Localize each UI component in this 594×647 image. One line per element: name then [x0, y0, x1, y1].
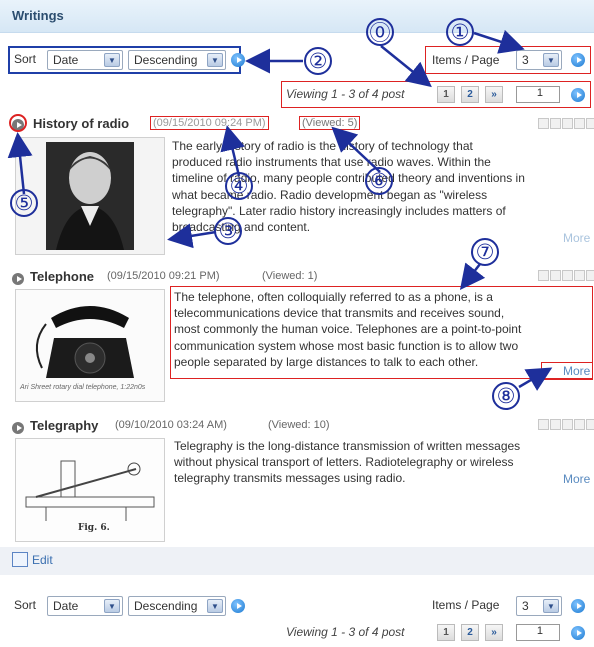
callout-7: ⑦: [471, 238, 499, 266]
callout-4: ④: [225, 172, 253, 200]
arrow-0: [380, 45, 432, 88]
arrow-5: [7, 132, 33, 195]
callout-2: ②: [304, 47, 332, 75]
callout-6: ⑥: [365, 167, 393, 195]
arrow-4: [220, 125, 245, 177]
callout-5: ⑤: [10, 189, 38, 217]
arrow-3: [167, 223, 217, 249]
callout-0: ⓪: [366, 18, 394, 46]
callout-8: ⑧: [492, 382, 520, 410]
arrow-7: [459, 262, 486, 290]
callout-3: ③: [214, 217, 242, 245]
annotation-arrows: [7, 29, 553, 391]
arrow-6: [331, 126, 381, 173]
arrow-8: [518, 367, 553, 391]
arrow-1: [473, 29, 525, 54]
callout-1: ①: [446, 18, 474, 46]
